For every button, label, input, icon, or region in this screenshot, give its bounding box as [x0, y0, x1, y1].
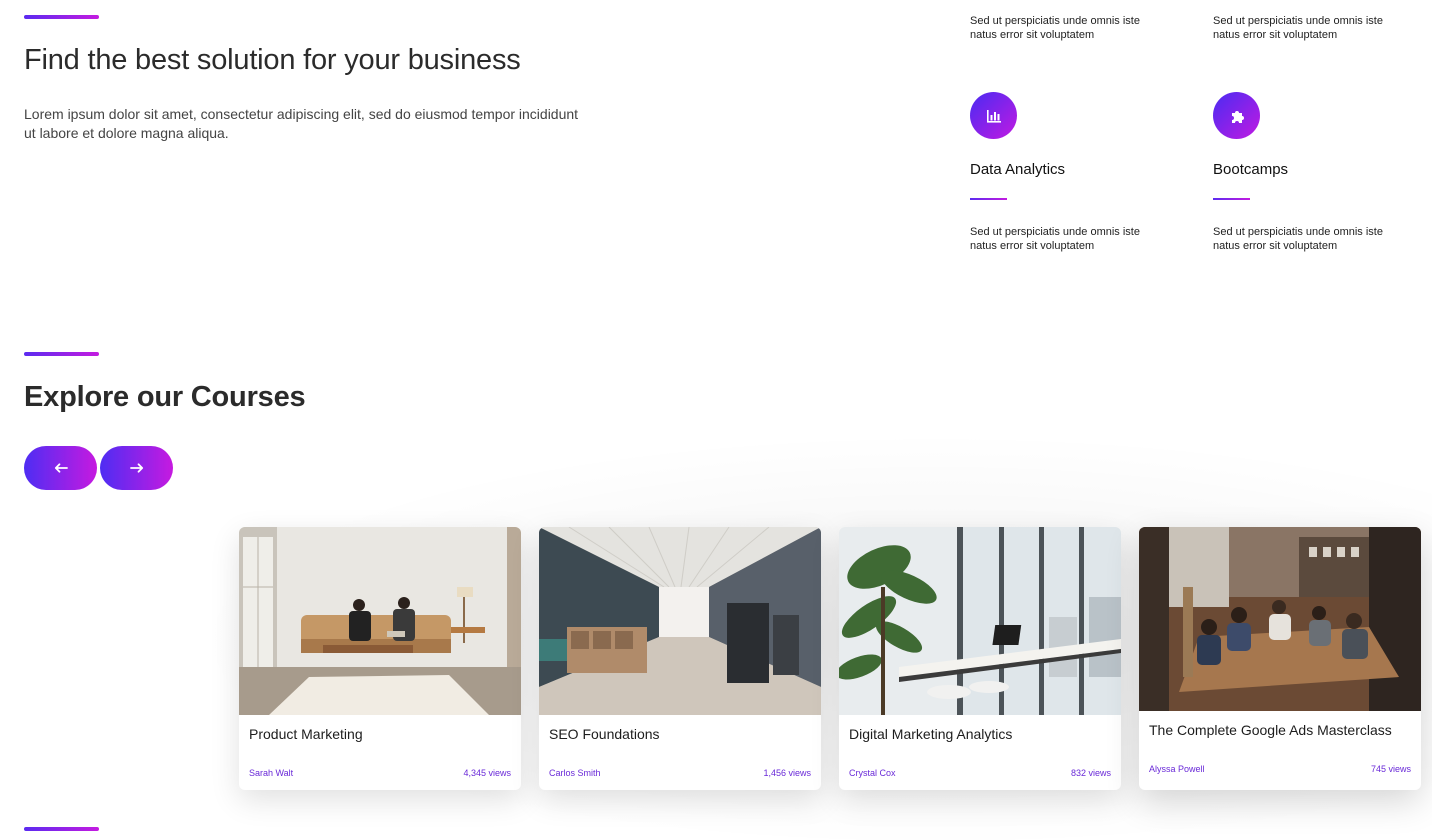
course-title: Product Marketing — [249, 726, 363, 742]
feature-divider — [970, 198, 1007, 200]
course-author[interactable]: Alyssa Powell — [1149, 764, 1205, 774]
course-author[interactable]: Carlos Smith — [549, 768, 601, 778]
feature-desc-data-analytics: Sed ut perspiciatis unde omnis iste natu… — [970, 226, 1140, 252]
course-author[interactable]: Sarah Walt — [249, 768, 293, 778]
course-author[interactable]: Crystal Cox — [849, 768, 896, 778]
arrow-left-icon — [54, 463, 68, 473]
course-views: 832 views — [1070, 768, 1111, 778]
hero-text: Lorem ipsum dolor sit amet, consectetur … — [24, 106, 579, 141]
course-title: SEO Foundations — [549, 726, 660, 742]
feature-divider — [1213, 198, 1250, 200]
prev-button[interactable] — [24, 446, 97, 490]
bar-chart-icon — [986, 109, 1001, 123]
puzzle-icon — [1231, 110, 1244, 123]
courses-accent-bar — [24, 352, 99, 356]
course-card-google-ads-masterclass[interactable]: The Complete Google Ads Masterclass Alys… — [1139, 527, 1421, 790]
feature-icon-data-analytics — [970, 92, 1017, 139]
feature-title-data-analytics: Data Analytics — [970, 161, 1066, 178]
course-image — [539, 527, 821, 715]
feature-title-bootcamps: Bootcamps — [1213, 161, 1289, 178]
feature-icon-bootcamps — [1213, 92, 1260, 139]
course-image — [1139, 527, 1421, 711]
hero-title: Find the best solution for your business — [24, 44, 521, 76]
course-card-digital-marketing-analytics[interactable]: Digital Marketing Analytics Crystal Cox … — [839, 527, 1121, 790]
course-card-seo-foundations[interactable]: SEO Foundations Carlos Smith 1,456 views — [539, 527, 821, 790]
course-views: 745 views — [1370, 764, 1411, 774]
course-image — [839, 527, 1121, 715]
course-title: The Complete Google Ads Masterclass — [1149, 722, 1392, 738]
course-title: Digital Marketing Analytics — [849, 726, 1013, 742]
courses-title: Explore our Courses — [24, 381, 306, 413]
next-button[interactable] — [100, 446, 173, 490]
feature-desc-bootcamps: Sed ut perspiciatis unde omnis iste natu… — [1213, 226, 1383, 252]
course-views: 4,345 views — [463, 768, 511, 778]
course-image — [239, 527, 521, 715]
course-card-product-marketing[interactable]: Product Marketing Sarah Walt 4,345 views — [239, 527, 521, 790]
feature-desc-top-left: Sed ut perspiciatis unde omnis iste natu… — [970, 15, 1140, 41]
arrow-right-icon — [129, 463, 143, 473]
feature-desc-top-right: Sed ut perspiciatis unde omnis iste natu… — [1213, 15, 1383, 41]
hero-accent-bar — [24, 15, 99, 19]
course-views: 1,456 views — [763, 768, 811, 778]
next-section-accent-bar — [24, 827, 99, 831]
